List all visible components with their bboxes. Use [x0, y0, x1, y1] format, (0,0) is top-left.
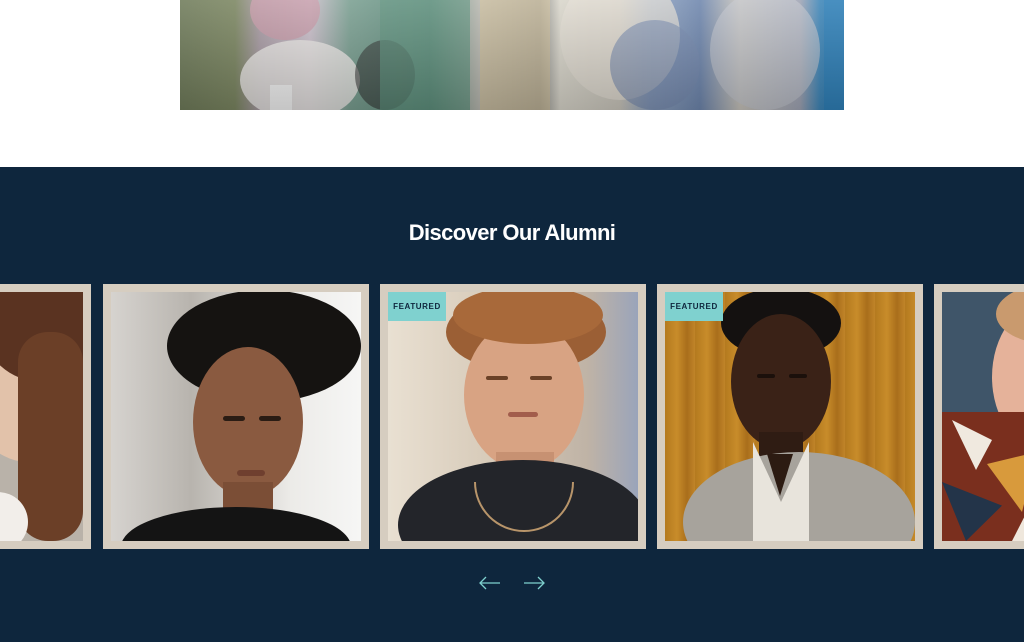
- arrow-right-icon: [524, 576, 545, 590]
- alumni-photo: [388, 292, 638, 541]
- alumni-photo: [942, 292, 1024, 541]
- featured-badge: FEATURED: [665, 292, 723, 321]
- alumni-photo: [665, 292, 915, 541]
- alumni-card-featured[interactable]: FEATURED: [380, 284, 646, 549]
- alumni-card[interactable]: [0, 284, 91, 549]
- next-button[interactable]: [520, 571, 548, 595]
- alumni-card-featured[interactable]: FEATURED: [657, 284, 923, 549]
- prev-button[interactable]: [476, 571, 504, 595]
- hero-image: [180, 0, 844, 110]
- featured-badge: FEATURED: [388, 292, 446, 321]
- alumni-card[interactable]: [103, 284, 369, 549]
- page: Discover Our Alumni FEATURED FEATURED: [0, 0, 1024, 642]
- section-title: Discover Our Alumni: [408, 220, 616, 245]
- carousel-controls: [0, 571, 1024, 595]
- alumni-card[interactable]: [934, 284, 1024, 549]
- arrow-left-icon: [479, 576, 500, 590]
- alumni-photo: [0, 292, 83, 541]
- alumni-photo: [111, 292, 361, 541]
- alumni-section: Discover Our Alumni FEATURED FEATURED: [0, 167, 1024, 642]
